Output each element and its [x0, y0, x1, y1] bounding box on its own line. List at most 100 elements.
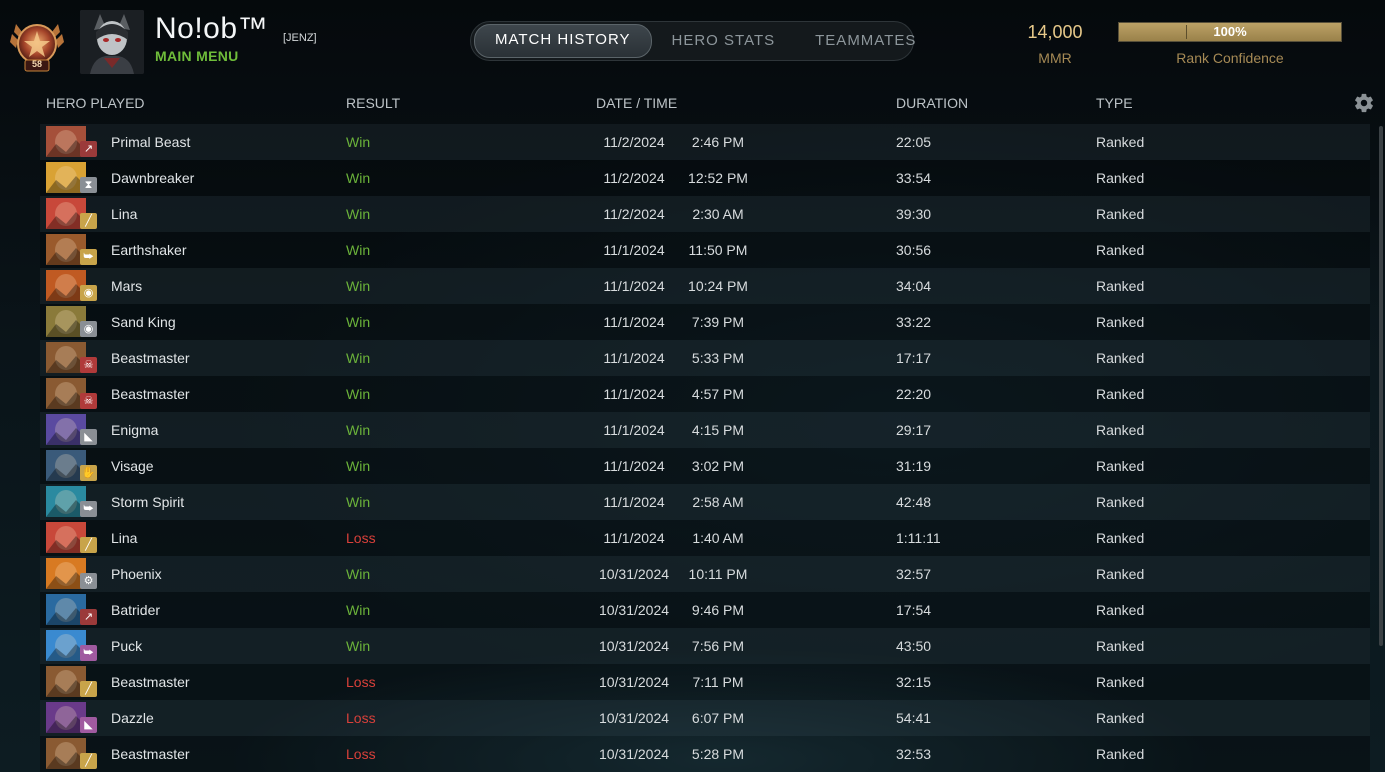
match-row[interactable]: ☠ Beastmaster Win 11/1/2024 4:57 PM 22:20 Rank…	[40, 376, 1370, 412]
match-time: 4:57 PM	[691, 386, 745, 402]
player-avatar-icon	[80, 10, 144, 74]
match-type: Ranked	[1096, 530, 1145, 546]
match-time: 5:33 PM	[691, 350, 745, 366]
match-row[interactable]: ◣ Dazzle Loss 10/31/2024 6:07 PM 54:41 Ranked	[40, 700, 1370, 736]
match-time: 2:58 AM	[692, 494, 744, 510]
match-type: Ranked	[1096, 602, 1145, 618]
match-result: Win	[346, 494, 371, 510]
gear-icon	[1355, 93, 1373, 113]
scrollbar[interactable]	[1379, 126, 1383, 646]
match-result: Win	[346, 206, 371, 222]
match-time: 12:52 PM	[688, 170, 748, 186]
match-type: Ranked	[1096, 638, 1145, 654]
match-date: 10/31/2024	[598, 674, 670, 690]
eye-icon: ◉	[80, 321, 97, 337]
match-duration: 1:11:11	[896, 530, 941, 546]
column-header-hero[interactable]: HERO PLAYED	[46, 95, 145, 111]
column-header-type[interactable]: TYPE	[1096, 95, 1133, 111]
match-row[interactable]: ↗ Batrider Win 10/31/2024 9:46 PM 17:54 Ranked	[40, 592, 1370, 628]
settings-button[interactable]	[1353, 92, 1375, 114]
match-row[interactable]: ╱ Beastmaster Loss 10/31/2024 5:28 PM 32:53 Ra…	[40, 736, 1370, 772]
match-time: 10:11 PM	[688, 566, 748, 582]
tab-teammates[interactable]: TEAMMATES	[795, 25, 936, 57]
column-header-datetime[interactable]: DATE / TIME	[596, 95, 677, 111]
match-date: 10/31/2024	[598, 746, 670, 762]
match-type: Ranked	[1096, 494, 1145, 510]
match-duration: 42:48	[896, 494, 932, 510]
boot-icon: ◣	[80, 429, 97, 445]
match-date: 10/31/2024	[598, 566, 670, 582]
match-row[interactable]: ╱ Beastmaster Loss 10/31/2024 7:11 PM 32:15 Ra…	[40, 664, 1370, 700]
rank-confidence-label: Rank Confidence	[1176, 50, 1284, 66]
tab-hero-stats[interactable]: HERO STATS	[652, 25, 796, 57]
sword-icon: ╱	[80, 681, 97, 697]
match-date: 10/31/2024	[598, 602, 670, 618]
column-header-result[interactable]: RESULT	[346, 95, 400, 111]
match-result: Win	[346, 458, 371, 474]
match-type: Ranked	[1096, 674, 1145, 690]
match-duration: 33:54	[896, 170, 932, 186]
mmr-value: 14,000	[1027, 22, 1083, 42]
match-row[interactable]: ╱ Lina Win 11/2/2024 2:30 AM 39:30 Ranked	[40, 196, 1370, 232]
match-row[interactable]: ◉ Sand King Win 11/1/2024 7:39 PM 33:22 Ranked	[40, 304, 1370, 340]
match-row[interactable]: ☠ Beastmaster Win 11/1/2024 5:33 PM 17:17 Rank…	[40, 340, 1370, 376]
match-row[interactable]: ⮩ Puck Win 10/31/2024 7:56 PM 43:50 Ranked	[40, 628, 1370, 664]
match-type: Ranked	[1096, 134, 1145, 150]
match-row[interactable]: ↗ Primal Beast Win 11/2/2024 2:46 PM 22:05 Ran…	[40, 124, 1370, 160]
sword-icon: ╱	[80, 537, 97, 553]
match-row[interactable]: ⚙ Phoenix Win 10/31/2024 10:11 PM 32:57 Ranked	[40, 556, 1370, 592]
match-row[interactable]: ✋ Visage Win 11/1/2024 3:02 PM 31:19 Ranked	[40, 448, 1370, 484]
avatar[interactable]	[80, 10, 144, 74]
match-row[interactable]: ◣ Enigma Win 11/1/2024 4:15 PM 29:17 Ranked	[40, 412, 1370, 448]
match-time: 2:46 PM	[691, 134, 745, 150]
initiator-icon: ↗	[80, 609, 97, 625]
match-row[interactable]: ⮩ Storm Spirit Win 11/1/2024 2:58 AM 42:48 Ran…	[40, 484, 1370, 520]
match-time: 7:39 PM	[691, 314, 745, 330]
match-type: Ranked	[1096, 566, 1145, 582]
running-icon: ⮩	[80, 249, 97, 265]
match-date: 11/2/2024	[603, 170, 665, 186]
mmr-label: MMR	[1038, 50, 1072, 66]
match-duration: 54:41	[896, 710, 932, 726]
match-date: 11/2/2024	[603, 134, 665, 150]
match-type: Ranked	[1096, 458, 1145, 474]
skull-icon: ☠	[80, 357, 97, 373]
hourglass-icon: ⧗	[80, 177, 97, 193]
match-result: Win	[346, 566, 371, 582]
match-time: 11:50 PM	[688, 242, 748, 258]
match-date: 10/31/2024	[598, 638, 670, 654]
match-result: Win	[346, 170, 371, 186]
match-row[interactable]: ◉ Mars Win 11/1/2024 10:24 PM 34:04 Ranked	[40, 268, 1370, 304]
match-result: Win	[346, 422, 371, 438]
match-row[interactable]: ╱ Lina Loss 11/1/2024 1:40 AM 1:11:11 Ranked	[40, 520, 1370, 556]
match-result: Loss	[346, 530, 376, 546]
match-type: Ranked	[1096, 350, 1145, 366]
rank-level: 58	[31, 59, 42, 69]
match-result: Loss	[346, 710, 376, 726]
column-header-duration[interactable]: DURATION	[896, 95, 968, 111]
match-duration: 32:57	[896, 566, 932, 582]
match-result: Win	[346, 242, 371, 258]
match-date: 11/2/2024	[603, 206, 665, 222]
match-duration: 29:17	[896, 422, 932, 438]
match-row[interactable]: ⮩ Earthshaker Win 11/1/2024 11:50 PM 30:56 Ran…	[40, 232, 1370, 268]
match-date: 11/1/2024	[603, 278, 665, 294]
match-type: Ranked	[1096, 170, 1145, 186]
sword-icon: ╱	[80, 753, 97, 769]
match-time: 5:28 PM	[691, 746, 745, 762]
team-tag: [JENZ]	[283, 32, 317, 44]
tab-match-history[interactable]: MATCH HISTORY	[474, 24, 652, 58]
match-result: Loss	[346, 674, 376, 690]
match-row[interactable]: ⧗ Dawnbreaker Win 11/2/2024 12:52 PM 33:54 Ran…	[40, 160, 1370, 196]
match-type: Ranked	[1096, 278, 1145, 294]
running-icon: ⮩	[80, 645, 97, 661]
match-type: Ranked	[1096, 710, 1145, 726]
match-date: 10/31/2024	[598, 710, 670, 726]
rank-medal[interactable]: 58	[8, 14, 66, 74]
boot-icon: ◣	[80, 717, 97, 733]
gear-icon: ⚙	[80, 573, 97, 589]
match-type: Ranked	[1096, 314, 1145, 330]
hero-name: Lina	[111, 206, 138, 222]
main-menu-link[interactable]: MAIN MENU	[155, 48, 239, 64]
match-result: Win	[346, 350, 371, 366]
